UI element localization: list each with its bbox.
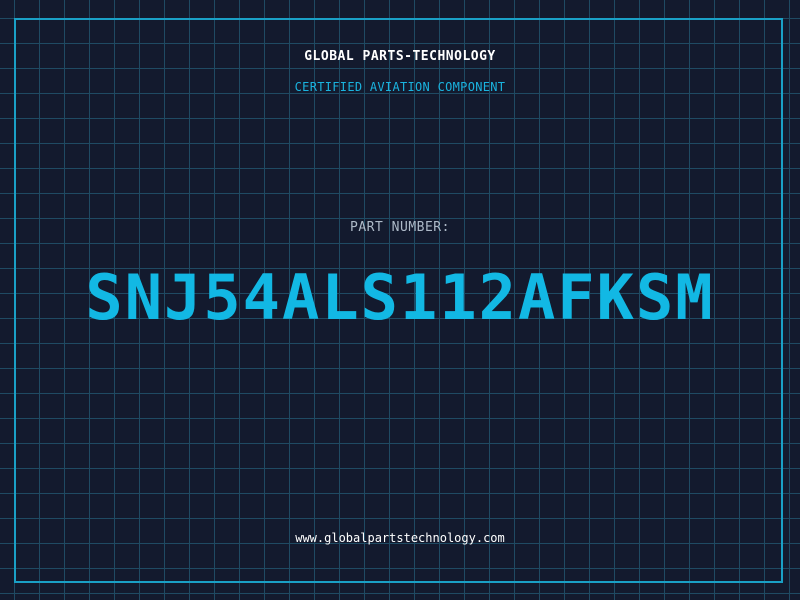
company-name: GLOBAL PARTS-TECHNOLOGY [304,49,496,64]
website-url: www.globalpartstechnology.com [295,531,505,545]
certificate-card: GLOBAL PARTS-TECHNOLOGY CERTIFIED AVIATI… [0,0,800,600]
part-number-value: SNJ54ALS112AFKSM [85,261,715,334]
part-number-label: PART NUMBER: [350,220,450,235]
certification-subtitle: CERTIFIED AVIATION COMPONENT [294,80,506,94]
